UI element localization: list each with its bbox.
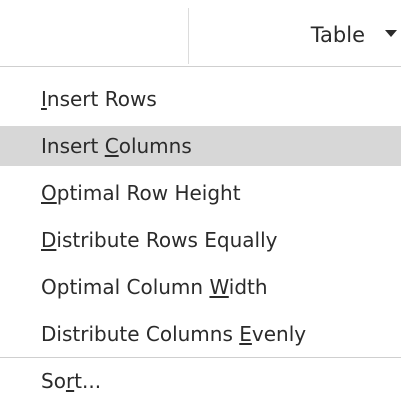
table-menu-label: Table xyxy=(310,23,365,47)
menu-item-label: Optimal Row Height xyxy=(41,181,241,205)
menu-item-label: Optimal Column Width xyxy=(41,275,268,299)
table-dropdown-menu: Insert Rows Insert Columns Optimal Row H… xyxy=(0,66,401,395)
menu-item-sort[interactable]: Sort... xyxy=(0,361,401,401)
menu-item-insert-columns[interactable]: Insert Columns xyxy=(0,126,401,166)
toolbar: Table xyxy=(0,0,401,66)
menu-item-label: Sort... xyxy=(41,369,102,393)
menu-item-label: Distribute Columns Evenly xyxy=(41,322,307,346)
table-menu-button[interactable]: Table xyxy=(189,0,401,66)
menu-item-insert-rows[interactable]: Insert Rows xyxy=(0,79,401,119)
menu-item-optimal-column-width[interactable]: Optimal Column Width xyxy=(0,267,401,307)
menu-item-label: Distribute Rows Equally xyxy=(41,228,278,252)
menu-item-label: Insert Columns xyxy=(41,134,192,158)
chevron-down-icon xyxy=(385,30,397,37)
menu-item-optimal-row-height[interactable]: Optimal Row Height xyxy=(0,173,401,213)
menu-item-label: Insert Rows xyxy=(41,87,157,111)
menu-item-distribute-rows-equally[interactable]: Distribute Rows Equally xyxy=(0,220,401,260)
menu-separator xyxy=(0,357,401,358)
menu-item-distribute-columns-evenly[interactable]: Distribute Columns Evenly xyxy=(0,314,401,354)
